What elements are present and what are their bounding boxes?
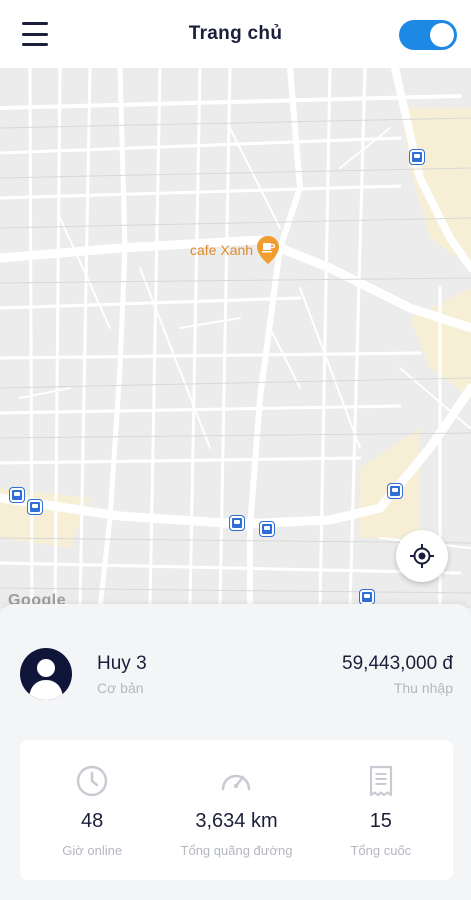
- stat-total-trips: 15 Tổng cuốc: [309, 740, 453, 880]
- bus-stop-icon[interactable]: [260, 522, 274, 536]
- stat-value: 15: [369, 810, 392, 832]
- bus-stop-icon[interactable]: [10, 488, 24, 502]
- avatar[interactable]: [20, 648, 72, 700]
- crosshair-icon: [410, 544, 434, 568]
- receipt-icon: [369, 765, 392, 797]
- bus-stop-icon[interactable]: [230, 516, 244, 530]
- cafe-pin-icon: [257, 236, 280, 264]
- stat-online-hours: 48 Giờ online: [20, 740, 164, 880]
- stats-card: 48 Giờ online 3,634 km Tổng quãng đường: [20, 740, 453, 880]
- user-avatar-icon: [29, 659, 63, 700]
- stat-value: 3,634 km: [195, 810, 278, 832]
- stat-label: Giờ online: [62, 843, 123, 858]
- driver-name: Huy 3: [97, 653, 147, 674]
- driver-summary-panel: Huy 3 Cơ bản 59,443,000 đ Thu nhập 48 Gi…: [0, 604, 471, 900]
- income-label: Thu nhập: [393, 680, 453, 696]
- toggle-knob: [430, 23, 454, 47]
- poi-cafe[interactable]: cafe Xanh: [190, 236, 280, 264]
- my-location-button[interactable]: [396, 530, 448, 582]
- stat-value: 48: [81, 810, 104, 832]
- speedometer-icon: [222, 774, 251, 791]
- bus-stop-icon[interactable]: [388, 484, 402, 498]
- driver-tier: Cơ bản: [97, 680, 144, 696]
- driver-profile-row[interactable]: Huy 3 Cơ bản 59,443,000 đ Thu nhập: [0, 604, 471, 734]
- bus-stop-icon[interactable]: [28, 500, 42, 514]
- app-root: Trang chủ cafe Xanh Google Huy 3 Cơ bản …: [0, 0, 471, 900]
- page-title: Trang chủ: [188, 23, 283, 44]
- stat-label: Tổng quãng đường: [180, 843, 293, 858]
- map-view[interactable]: cafe Xanh Google: [0, 68, 471, 608]
- stat-label: Tổng cuốc: [350, 843, 412, 858]
- poi-label: cafe Xanh: [190, 242, 254, 258]
- income-value: 59,443,000 đ: [342, 653, 453, 674]
- clock-icon: [76, 765, 108, 797]
- bus-stop-icon[interactable]: [410, 150, 424, 164]
- bus-stop-icon[interactable]: [360, 590, 374, 604]
- online-toggle[interactable]: [399, 20, 457, 50]
- stat-total-distance: 3,634 km Tổng quãng đường: [164, 740, 308, 880]
- top-bar: Trang chủ: [0, 0, 471, 68]
- hamburger-menu-icon[interactable]: [22, 22, 48, 46]
